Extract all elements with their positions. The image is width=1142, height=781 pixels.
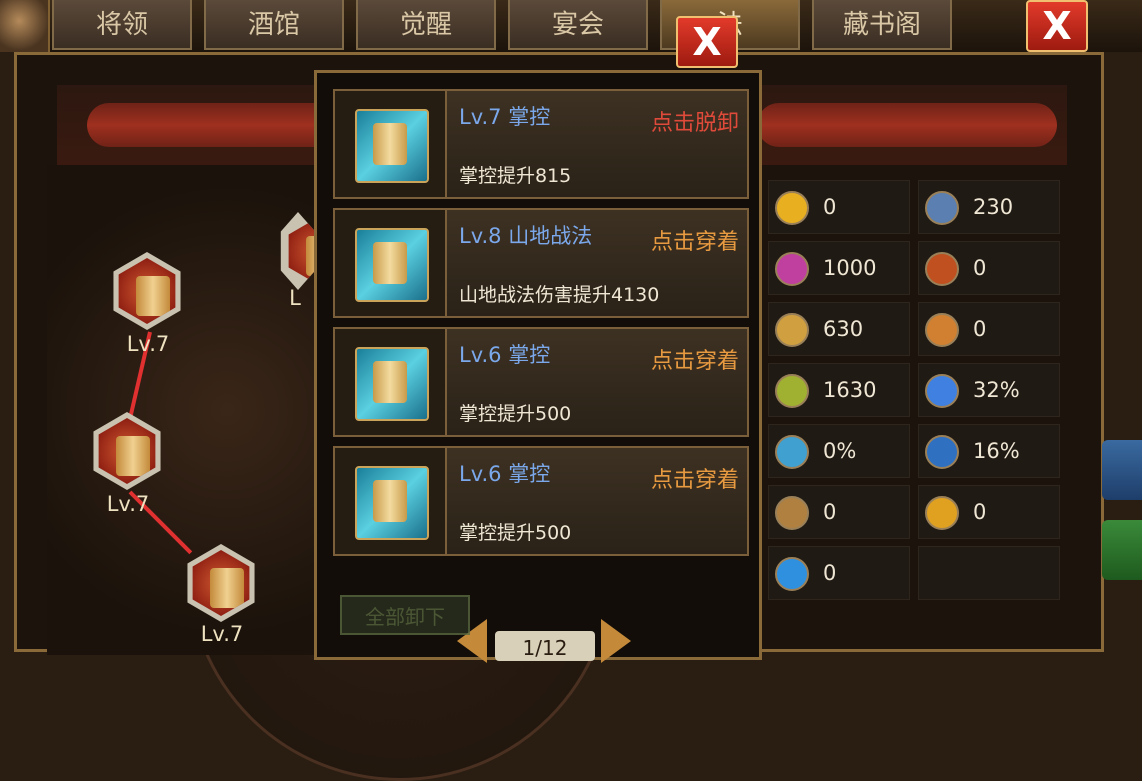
stat-cell: 0: [768, 485, 910, 539]
close-window-button[interactable]: X: [1026, 0, 1088, 52]
close-icon: X: [1042, 4, 1072, 48]
popup-close-button[interactable]: X: [676, 16, 738, 68]
stat-value: 16%: [973, 439, 1020, 463]
tactic-description: 掌控提升500: [459, 522, 572, 544]
tactic-title: Lv.6 掌控: [459, 343, 551, 367]
stat-cell: 16%: [918, 424, 1060, 478]
tactic-book-icon: [355, 228, 429, 302]
stat-value: 0: [973, 500, 987, 524]
tab-library[interactable]: 藏书阁: [812, 0, 952, 50]
hammer-icon: [775, 313, 809, 347]
tactic-book-icon: [355, 466, 429, 540]
stat-value: 630: [823, 317, 864, 341]
equip-button[interactable]: 点击穿着: [651, 224, 739, 256]
equip-button[interactable]: 点击穿着: [651, 343, 739, 375]
tab-tavern[interactable]: 酒馆: [204, 0, 344, 50]
tactic-card[interactable]: Lv.8 山地战法 点击穿着 山地战法伤害提升4130: [333, 208, 749, 318]
skill-node-level: Lv.7: [106, 492, 150, 516]
stat-value: 0: [973, 256, 987, 280]
scroll-icon: [116, 436, 150, 476]
fist-icon: [925, 313, 959, 347]
sun-icon: [925, 496, 959, 530]
tactic-description: 掌控提升815: [459, 165, 572, 187]
wind-icon: [925, 374, 959, 408]
tactic-book-popup: Lv.7 掌控 点击脱卸 掌控提升815 Lv.8 山地战法 点击穿着 山地战法…: [314, 70, 762, 663]
burst-icon: [775, 252, 809, 286]
stats-panel: 0 230 1000 0 630 0 1630 32% 0% 16% 0 0 0: [768, 180, 1070, 646]
scroll-icon: [210, 568, 244, 608]
side-button-blue[interactable]: [1102, 440, 1142, 500]
tactic-card[interactable]: Lv.6 掌控 点击穿着 掌控提升500: [333, 446, 749, 556]
stat-value: 1000: [823, 256, 877, 280]
scroll-icon: [775, 374, 809, 408]
close-icon: X: [692, 20, 722, 64]
stat-cell: 1630: [768, 363, 910, 417]
stat-value: 0: [823, 561, 837, 585]
skill-node-level: Lv.7: [200, 622, 244, 646]
stat-cell: 0%: [768, 424, 910, 478]
stat-cell: 0: [918, 485, 1060, 539]
stat-cell: 32%: [918, 363, 1060, 417]
tactic-title: Lv.6 掌控: [459, 462, 551, 486]
book-slot: [335, 448, 447, 554]
book-slot: [335, 210, 447, 316]
ribbon-right: [757, 103, 1057, 147]
tactic-card[interactable]: Lv.7 掌控 点击脱卸 掌控提升815: [333, 89, 749, 199]
stat-cell-empty: [918, 546, 1060, 600]
page-indicator: 1/12: [495, 631, 595, 661]
sword-icon: [925, 435, 959, 469]
tactic-title: Lv.7 掌控: [459, 105, 551, 129]
stat-cell: 0: [918, 302, 1060, 356]
stat-cell: 630: [768, 302, 910, 356]
unequip-button[interactable]: 点击脱卸: [651, 105, 739, 137]
shield-icon: [925, 191, 959, 225]
stat-value: 0: [973, 317, 987, 341]
top-tab-bar: 将领 酒馆 觉醒 宴会 法 藏书阁: [0, 0, 1142, 52]
scroll-icon: [136, 276, 170, 316]
swirl-icon: [775, 557, 809, 591]
hero-avatar: [0, 0, 50, 52]
tactic-card[interactable]: Lv.6 掌控 点击穿着 掌控提升500: [333, 327, 749, 437]
stat-value: 32%: [973, 378, 1020, 402]
arrow-icon: [775, 435, 809, 469]
tactic-title: Lv.8 山地战法: [459, 224, 593, 248]
stat-cell: 0: [768, 180, 910, 234]
skill-node-level: L: [289, 286, 301, 310]
stat-value: 0%: [823, 439, 857, 463]
fire-warrior-icon: [925, 252, 959, 286]
stat-cell: 0: [768, 546, 910, 600]
equip-button[interactable]: 点击穿着: [651, 462, 739, 494]
unequip-all-button[interactable]: 全部卸下: [340, 595, 470, 635]
skill-node-level: Lv.7: [126, 332, 170, 356]
tactic-book-icon: [355, 109, 429, 183]
side-button-green[interactable]: [1102, 520, 1142, 580]
tactic-description: 掌控提升500: [459, 403, 572, 425]
stat-value: 1630: [823, 378, 877, 402]
stat-value: 0: [823, 500, 837, 524]
stat-cell: 0: [918, 241, 1060, 295]
book-slot: [335, 91, 447, 197]
stat-cell: 230: [918, 180, 1060, 234]
stat-cell: 1000: [768, 241, 910, 295]
tab-awaken[interactable]: 觉醒: [356, 0, 496, 50]
beast-icon: [775, 496, 809, 530]
stat-value: 230: [973, 195, 1014, 219]
tactic-description: 山地战法伤害提升4130: [459, 284, 660, 306]
tab-generals[interactable]: 将领: [52, 0, 192, 50]
next-page-arrow-icon[interactable]: [601, 619, 631, 663]
stat-value: 0: [823, 195, 837, 219]
book-slot: [335, 329, 447, 435]
tab-banquet[interactable]: 宴会: [508, 0, 648, 50]
tactic-book-icon: [355, 347, 429, 421]
lightning-icon: [775, 191, 809, 225]
